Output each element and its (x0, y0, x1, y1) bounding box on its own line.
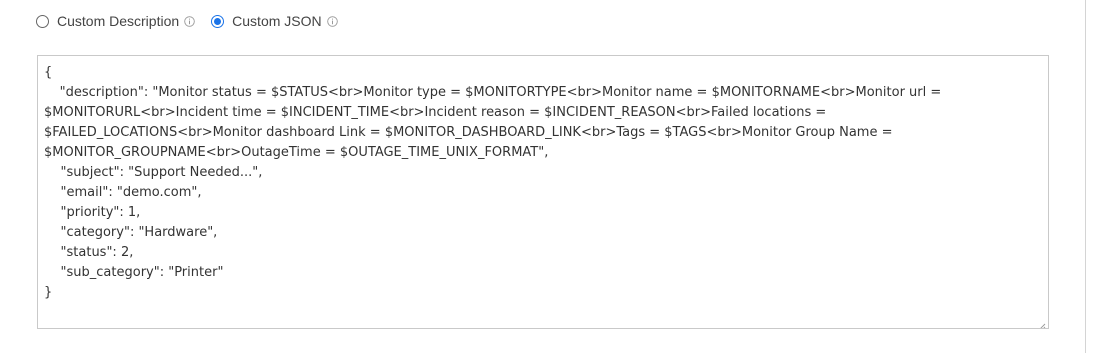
info-icon[interactable] (326, 15, 338, 27)
json-line: { (44, 65, 53, 80)
json-line: "description": "Monitor status = $STATUS… (44, 85, 942, 160)
description-mode-selector: Custom Description Custom JSON (36, 13, 338, 29)
json-line: "sub_category": "Printer" (44, 265, 224, 280)
json-line: "priority": 1, (44, 205, 141, 220)
info-icon[interactable] (184, 15, 195, 27)
json-line: "category": "Hardware", (44, 225, 218, 240)
json-line: "status": 2, (44, 245, 134, 260)
custom-json-radio[interactable] (211, 14, 225, 28)
custom-description-label: Custom Description (57, 13, 180, 29)
resize-handle-icon[interactable] (1038, 318, 1046, 328)
json-line: "subject": "Support Needed...", (44, 165, 263, 180)
custom-json-textarea[interactable]: { "description": "Monitor status = $STAT… (37, 55, 1049, 329)
json-line: "email": "demo.com", (44, 185, 202, 200)
custom-json-label: Custom JSON (232, 13, 322, 29)
custom-description-radio[interactable] (36, 14, 49, 28)
panel-right-border (1085, 0, 1086, 353)
custom-description-option[interactable]: Custom Description (36, 13, 195, 29)
custom-json-option[interactable]: Custom JSON (211, 13, 338, 29)
json-line: } (44, 285, 53, 300)
